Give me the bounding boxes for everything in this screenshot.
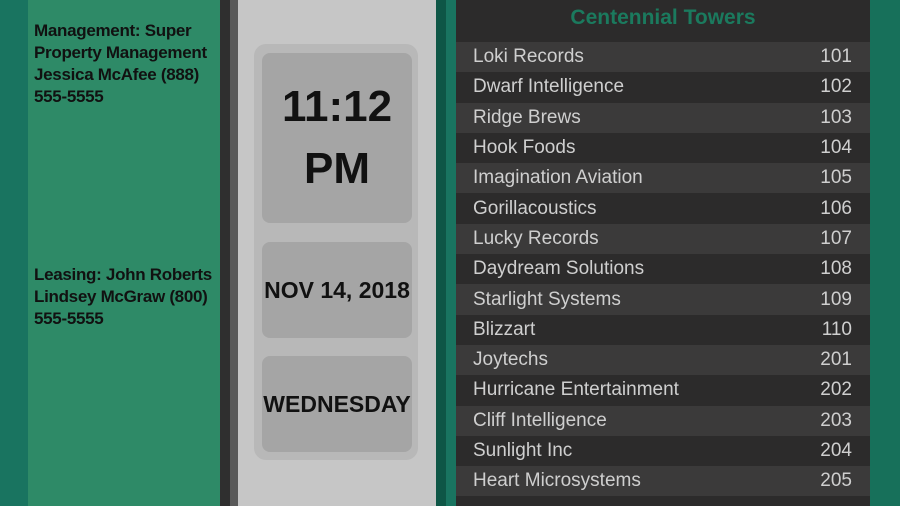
time-ampm: PM	[304, 144, 370, 193]
management-contact: Management: Super Property Management Je…	[34, 21, 207, 106]
date-display: NOV 14, 2018	[262, 242, 412, 338]
time-display: 11:12 PM	[262, 53, 412, 223]
suite-number: 203	[820, 409, 852, 431]
tenant-name: Hurricane Entertainment	[473, 379, 679, 401]
directory-row: Sunlight Inc 204	[456, 435, 870, 467]
tenant-name: Loki Records	[473, 46, 584, 68]
suite-number: 105	[820, 167, 852, 189]
tenant-name: Lucky Records	[473, 227, 599, 249]
directory-row: Heart Microsystems 205	[456, 466, 870, 497]
suite-number: 109	[820, 288, 852, 310]
time-value: 11:12	[281, 82, 393, 131]
divider	[230, 0, 238, 506]
tenant-name: Joytechs	[473, 349, 548, 371]
building-title: Centennial Towers	[570, 6, 756, 29]
suite-number: 205	[820, 470, 852, 492]
directory-row: Hurricane Entertainment 202	[456, 375, 870, 406]
suite-number: 102	[820, 76, 852, 98]
suite-number: 103	[820, 106, 852, 128]
tenant-name: Daydream Solutions	[473, 258, 645, 280]
tenant-name: Ridge Brews	[473, 106, 581, 128]
tenant-name: Gorillacoustics	[473, 197, 597, 219]
suite-number: 104	[820, 137, 852, 159]
directory-row: Blizzart 110	[456, 314, 870, 345]
directory-row: Loki Records 101	[456, 42, 870, 73]
directory-row: Ridge Brews 103	[456, 102, 870, 133]
directory-row: Lucky Records 107	[456, 223, 870, 255]
suite-number: 110	[821, 318, 852, 340]
directory-row: Cliff Intelligence 203	[456, 405, 870, 436]
tenant-name: Cliff Intelligence	[473, 409, 607, 431]
directory-list: Loki Records 101 Dwarf Intelligence 102 Ridg…	[456, 42, 870, 497]
tenant-name: Sunlight Inc	[473, 440, 573, 461]
left-edge	[0, 0, 28, 506]
directory-row: Joytechs 201	[456, 344, 870, 376]
directory-row: Daydream Solutions 108	[456, 254, 870, 285]
divider	[436, 0, 446, 506]
suite-number: 106	[820, 197, 852, 219]
tenant-name: Imagination Aviation	[473, 167, 643, 189]
tenant-name: Starlight Systems	[473, 288, 621, 310]
directory-row: Imagination Aviation 105	[456, 163, 870, 194]
divider	[220, 0, 230, 506]
suite-number: 107	[820, 227, 852, 249]
right-edge	[870, 0, 900, 506]
directory-row: Dwarf Intelligence 102	[456, 72, 870, 103]
suite-number: 202	[820, 379, 852, 401]
tenant-name: Heart Microsystems	[473, 470, 641, 492]
directory-row: Starlight Systems 109	[456, 284, 870, 315]
suite-number: 204	[820, 440, 852, 461]
leasing-contact: Leasing: John Roberts Lindsey McGraw (80…	[34, 265, 212, 328]
divider	[446, 0, 456, 506]
suite-number: 108	[820, 258, 852, 280]
contact-panel: Management: Super Property Management Je…	[28, 0, 220, 506]
directory-row: Gorillacoustics 106	[456, 193, 870, 224]
tenant-name: Hook Foods	[473, 137, 576, 159]
suite-number: 201	[820, 349, 852, 371]
day-display: WEDNESDAY	[262, 356, 412, 452]
suite-number: 101	[820, 46, 852, 68]
tenant-name: Dwarf Intelligence	[473, 76, 625, 98]
tenant-name: Blizzart	[473, 318, 536, 340]
tenant-directory: Centennial Towers Loki Records 101 Dwarf I…	[456, 0, 870, 506]
directory-row: Hook Foods 104	[456, 132, 870, 164]
